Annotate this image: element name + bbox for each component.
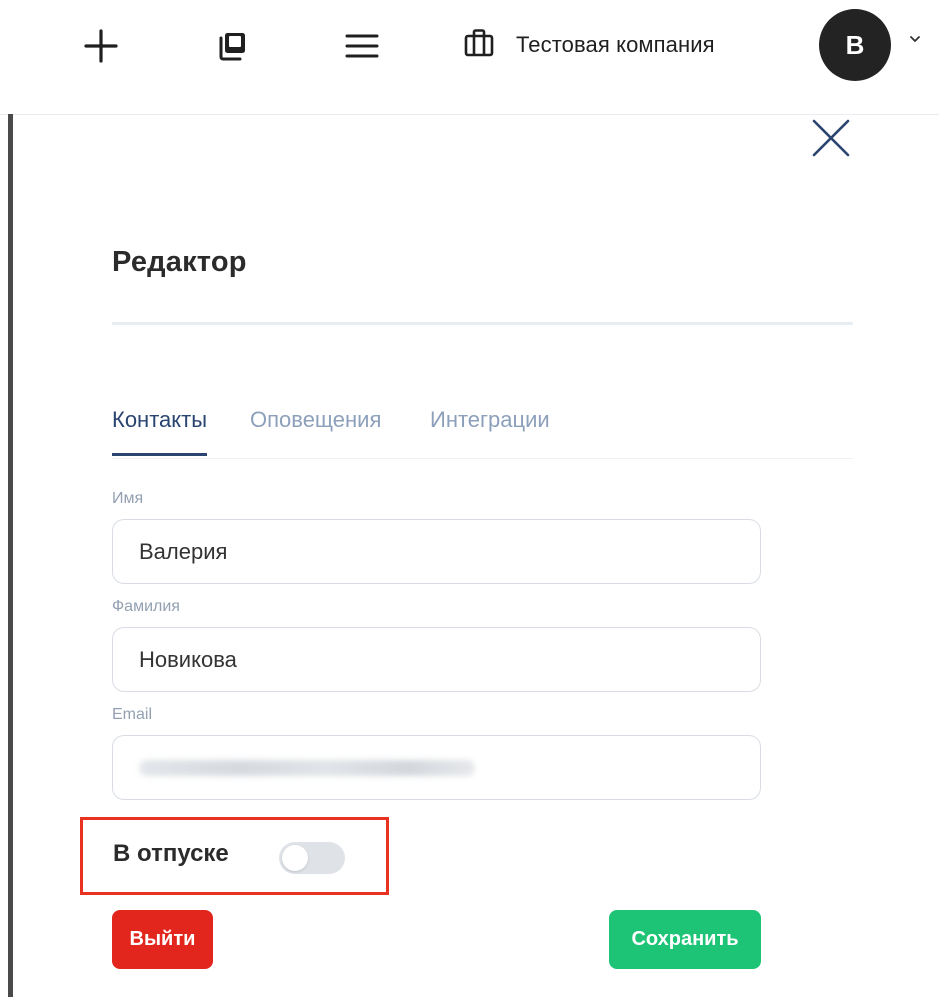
tab-integrations[interactable]: Интеграции bbox=[430, 403, 550, 456]
copy-icon[interactable] bbox=[214, 27, 252, 65]
last-name-label: Фамилия bbox=[112, 598, 180, 615]
tab-bar: Контакты Оповещения Интеграции bbox=[112, 403, 853, 459]
vacation-highlight: В отпуске bbox=[80, 817, 389, 895]
page-title: Редактор bbox=[112, 246, 247, 278]
email-value-redacted bbox=[139, 760, 475, 776]
menu-icon[interactable] bbox=[342, 27, 382, 65]
top-header: Тестовая компания В bbox=[0, 0, 939, 115]
first-name-label: Имя bbox=[112, 490, 144, 507]
email-label: Email bbox=[112, 706, 153, 723]
divider bbox=[112, 322, 853, 325]
close-icon[interactable] bbox=[809, 116, 853, 160]
first-name-field[interactable] bbox=[112, 519, 761, 584]
chevron-down-icon[interactable] bbox=[908, 32, 922, 46]
email-field[interactable] bbox=[112, 735, 761, 800]
toggle-knob bbox=[282, 845, 308, 871]
company-name: Тестовая компания bbox=[516, 32, 715, 57]
panel-left-edge bbox=[8, 114, 13, 997]
vacation-label: В отпуске bbox=[113, 840, 229, 867]
tab-notifications[interactable]: Оповещения bbox=[250, 403, 381, 456]
logout-button[interactable]: Выйти bbox=[112, 910, 213, 969]
vacation-toggle[interactable] bbox=[279, 842, 345, 874]
plus-icon[interactable] bbox=[82, 27, 120, 65]
tab-contacts[interactable]: Контакты bbox=[112, 403, 208, 456]
avatar[interactable]: В bbox=[819, 9, 891, 81]
briefcase-icon bbox=[462, 26, 496, 65]
company-switcher[interactable]: Тестовая компания bbox=[462, 24, 715, 66]
save-button[interactable]: Сохранить bbox=[609, 910, 761, 969]
last-name-field[interactable] bbox=[112, 627, 761, 692]
